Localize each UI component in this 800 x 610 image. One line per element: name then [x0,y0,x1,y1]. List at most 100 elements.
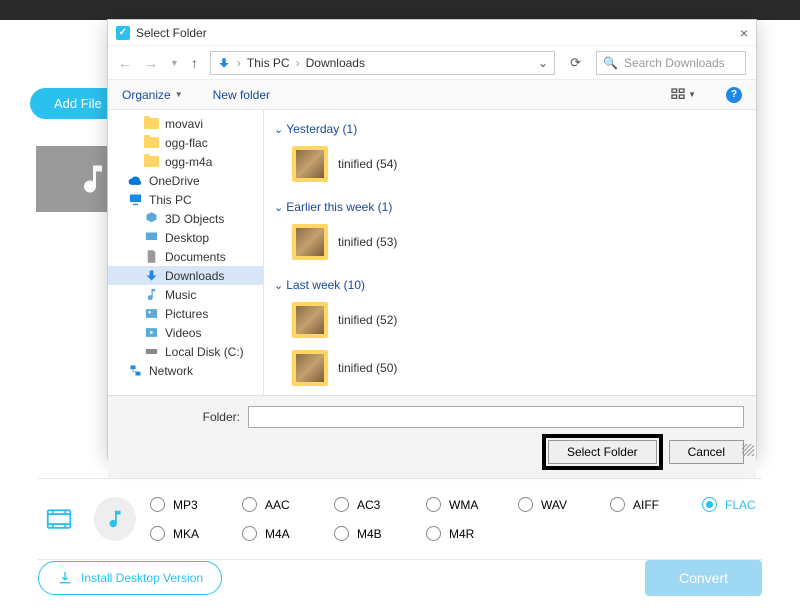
format-label: AAC [265,498,290,512]
music-icon [144,287,159,302]
group-header[interactable]: Yesterday (1) [274,122,746,136]
radio-icon [242,526,257,541]
videos-icon [144,325,159,340]
format-label: M4R [449,527,474,541]
arrow-down-blue-icon [217,56,231,70]
format-option-aiff[interactable]: AIFF [610,497,670,512]
tree-item-documents[interactable]: Documents [108,247,263,266]
list-item[interactable]: tinified (52) [292,302,492,338]
radio-icon [610,497,625,512]
disk-icon [144,344,159,359]
format-label: WAV [541,498,567,512]
file-list[interactable]: Yesterday (1) tinified (54) Earlier this w… [264,110,756,395]
format-option-flac[interactable]: FLAC [702,497,762,512]
tree-item-3d-objects[interactable]: 3D Objects [108,209,263,228]
item-name: tinified (53) [338,235,397,249]
nav-up-icon[interactable]: ↑ [191,55,198,71]
3d-icon [144,211,159,226]
tree-item-this-pc[interactable]: This PC [108,190,263,209]
format-label: WMA [449,498,478,512]
tree-item-movavi[interactable]: movavi [108,114,263,133]
list-item[interactable]: tinified (54) [292,146,492,182]
format-option-m4b[interactable]: M4B [334,526,394,541]
format-label: M4A [265,527,290,541]
list-item[interactable]: tinified (50) [292,350,492,386]
search-placeholder: Search Downloads [624,56,725,70]
dialog-title: Select Folder [136,26,207,40]
format-option-m4a[interactable]: M4A [242,526,302,541]
nav-forward-icon[interactable]: → [144,55,158,71]
format-label: MP3 [173,498,198,512]
app-top-bar [0,0,800,20]
search-icon: 🔍 [603,56,618,70]
format-selector: MP3 AAC AC3 WMA WAV AIFF FLAC MKA M4A M4B M4R [38,478,762,560]
format-option-mka[interactable]: MKA [150,526,210,541]
monitor-icon [128,192,143,207]
item-name: tinified (54) [338,157,397,171]
install-label: Install Desktop Version [81,571,203,585]
nav-back-icon[interactable]: ← [118,55,132,71]
tree-item-desktop[interactable]: Desktop [108,228,263,247]
crumb-thispc[interactable]: This PC [247,56,290,70]
group-header[interactable]: Earlier this week (1) [274,200,746,214]
group-header[interactable]: Last week (10) [274,278,746,292]
format-option-wma[interactable]: WMA [426,497,486,512]
breadcrumb[interactable]: › This PC › Downloads ⌄ [210,51,555,75]
folder-icon [144,154,159,169]
help-icon[interactable]: ? [726,87,742,103]
desktop-icon [144,230,159,245]
music-note-icon [75,161,111,197]
audio-format-icon[interactable] [94,497,136,541]
format-label: AIFF [633,498,659,512]
refresh-icon[interactable]: ⟳ [567,55,584,71]
view-options-icon[interactable]: ▼ [670,87,696,103]
folder-icon [144,135,159,150]
video-format-icon[interactable] [38,497,80,541]
select-folder-button[interactable]: Select Folder [548,440,657,464]
radio-icon [702,497,717,512]
tree-item-network[interactable]: Network [108,361,263,380]
tree-item-videos[interactable]: Videos [108,323,263,342]
pictures-icon [144,306,159,321]
tree-item-music[interactable]: Music [108,285,263,304]
tree-item-downloads[interactable]: Downloads [108,266,263,285]
convert-button[interactable]: Convert [645,560,762,596]
radio-icon [150,526,165,541]
resize-handle[interactable] [742,444,754,456]
tree-item-onedrive[interactable]: OneDrive [108,171,263,190]
item-name: tinified (52) [338,313,397,327]
folder-thumb-icon [292,224,328,260]
radio-icon [518,497,533,512]
chevron-down-icon[interactable]: ▼ [170,58,179,68]
app-logo-icon: ✓ [116,26,130,40]
format-option-m4r[interactable]: M4R [426,526,486,541]
radio-icon [334,526,349,541]
document-icon [144,249,159,264]
tree-item-ogg-flac[interactable]: ogg-flac [108,133,263,152]
close-icon[interactable]: × [740,25,748,41]
new-folder-button[interactable]: New folder [213,88,270,102]
format-option-ac3[interactable]: AC3 [334,497,394,512]
organize-menu[interactable]: Organize▼ [122,88,183,102]
cancel-button[interactable]: Cancel [669,440,744,464]
folder-icon [144,116,159,131]
select-folder-dialog: ✓ Select Folder × ← → ▼ ↑ › This PC › Do… [107,19,757,459]
search-input[interactable]: 🔍 Search Downloads [596,51,746,75]
folder-thumb-icon [292,146,328,182]
tree-item-ogg-m4a[interactable]: ogg-m4a [108,152,263,171]
format-label: AC3 [357,498,380,512]
list-item[interactable]: tinified (53) [292,224,492,260]
tree-item-pictures[interactable]: Pictures [108,304,263,323]
folder-thumb-icon [292,302,328,338]
format-option-aac[interactable]: AAC [242,497,302,512]
tree-item-local-disk-c-[interactable]: Local Disk (C:) [108,342,263,361]
install-desktop-button[interactable]: Install Desktop Version [38,561,222,595]
radio-icon [334,497,349,512]
crumb-dropdown-icon[interactable]: ⌄ [538,56,548,70]
crumb-downloads[interactable]: Downloads [306,56,365,70]
folder-field-label: Folder: [120,410,240,424]
format-option-wav[interactable]: WAV [518,497,578,512]
folder-tree[interactable]: movaviogg-flacogg-m4aOneDriveThis PC3D O… [108,110,264,395]
format-option-mp3[interactable]: MP3 [150,497,210,512]
folder-name-input[interactable] [248,406,744,428]
